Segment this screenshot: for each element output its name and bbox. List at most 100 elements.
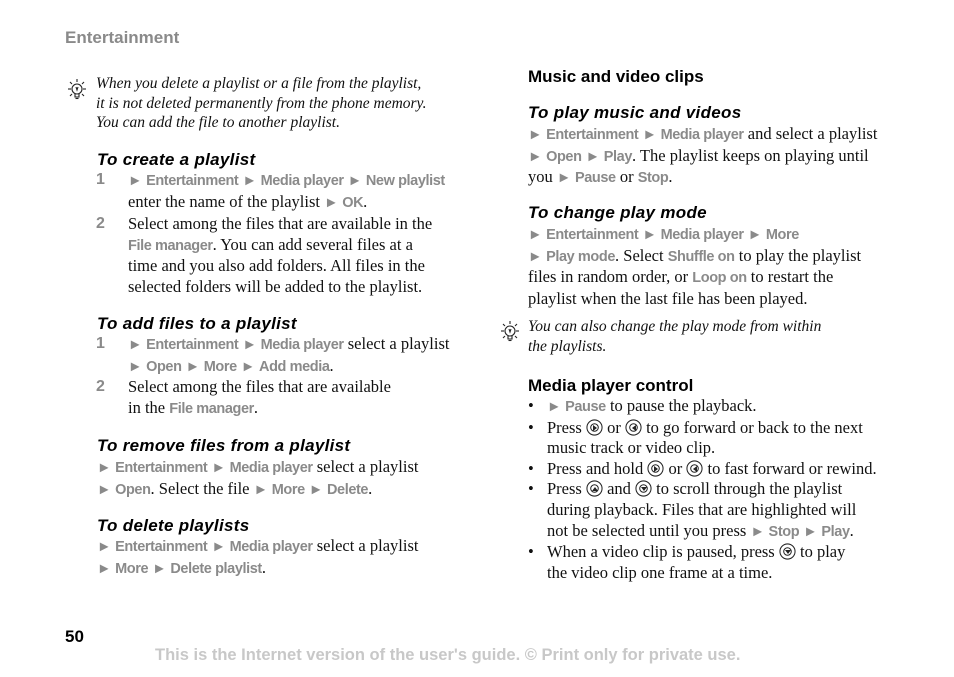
arrow-icon: ► — [97, 539, 111, 555]
menu-file-manager: File manager — [128, 237, 213, 254]
step-number: 1 — [96, 335, 105, 352]
arrow-icon: ► — [211, 539, 226, 555]
arrow-icon: ► — [211, 460, 226, 476]
menu-entertainment: Entertainment — [146, 173, 239, 189]
list-item: • When a video clip is paused, press to … — [528, 542, 846, 582]
menu-pause: Pause — [574, 170, 616, 187]
arrow-icon: ► — [528, 127, 542, 143]
arrow-icon: ► — [642, 227, 657, 243]
heading-change-play-mode: To change play mode — [528, 203, 707, 222]
arrow-icon: ► — [97, 481, 111, 498]
play-steps: ► Entertainment ► Media player and selec… — [528, 124, 878, 187]
arrow-icon: ► — [185, 358, 200, 375]
arrow-icon: ► — [242, 173, 257, 189]
menu-media-player: Media player — [660, 127, 744, 143]
menu-open: Open — [115, 481, 151, 498]
menu-media-player: Media player — [260, 173, 344, 189]
arrow-icon: ► — [128, 358, 142, 375]
menu-more: More — [115, 560, 149, 577]
section-title-music-video: Music and video clips — [528, 67, 704, 86]
menu-play: Play — [821, 523, 850, 540]
arrow-icon: ► — [803, 523, 818, 540]
arrow-icon: ► — [750, 523, 765, 540]
create-step-1: ► Entertainment ► Media player ► New pla… — [128, 173, 445, 211]
menu-more: More — [765, 227, 799, 243]
nav-right-key-icon — [647, 460, 664, 477]
nav-left-key-icon — [625, 419, 642, 436]
menu-media-player: Media player — [260, 337, 344, 353]
footer-notice: This is the Internet version of the user… — [155, 646, 741, 664]
list-item: • ► Pause to pause the playback. — [528, 396, 757, 415]
page-number: 50 — [65, 627, 84, 646]
step-number: 2 — [96, 215, 105, 232]
arrow-icon: ► — [324, 194, 339, 211]
menu-open: Open — [146, 358, 182, 375]
menu-stop: Stop — [768, 523, 800, 540]
arrow-icon: ► — [242, 337, 257, 353]
arrow-icon: ► — [528, 227, 542, 243]
menu-new-playlist: New playlist — [365, 173, 445, 189]
arrow-icon: ► — [128, 337, 142, 353]
nav-left-key-icon — [686, 460, 703, 477]
nav-down-key-icon — [635, 480, 652, 497]
nav-up-key-icon — [586, 480, 603, 497]
arrow-icon: ► — [547, 399, 561, 415]
arrow-icon: ► — [556, 170, 571, 187]
delete-steps: ► Entertainment ► Media player select a … — [97, 536, 419, 577]
heading-play-music: To play music and videos — [528, 103, 742, 122]
list-item: • Press or to go forward or back to the … — [528, 417, 863, 458]
heading-create-playlist: To create a playlist — [97, 150, 256, 169]
nav-right-key-icon — [586, 419, 603, 436]
menu-more: More — [271, 481, 305, 498]
heading-add-files: To add files to a playlist — [97, 314, 297, 333]
remove-steps: ► Entertainment ► Media player select a … — [97, 457, 419, 498]
arrow-icon: ► — [97, 560, 111, 577]
arrow-icon: ► — [642, 127, 657, 143]
arrow-icon: ► — [347, 173, 362, 189]
section-header: Entertainment — [65, 28, 180, 47]
menu-media-player: Media player — [660, 227, 744, 243]
arrow-icon: ► — [152, 560, 167, 577]
menu-entertainment: Entertainment — [546, 227, 639, 243]
menu-pause: Pause — [565, 399, 606, 415]
menu-play-mode: Play mode — [546, 248, 616, 265]
menu-entertainment: Entertainment — [115, 460, 208, 476]
arrow-icon: ► — [128, 173, 142, 189]
heading-media-player-control: Media player control — [528, 376, 694, 395]
add-step-1: ► Entertainment ► Media player select a … — [128, 334, 450, 375]
menu-file-manager: File manager — [169, 400, 254, 417]
menu-media-player: Media player — [229, 460, 313, 476]
control-list: • ► Pause to pause the playback. • Press… — [528, 396, 918, 583]
list-item: • Press and hold or to fast forward or r… — [528, 458, 877, 478]
tip-lightbulb-icon — [64, 77, 90, 103]
mode-steps: ► Entertainment ► Media player ► More ► … — [528, 227, 862, 308]
arrow-icon: ► — [253, 481, 268, 498]
tip-note-left: When you delete a playlist or a file fro… — [96, 75, 427, 131]
menu-loop-on: Loop on — [692, 270, 747, 287]
arrow-icon: ► — [240, 358, 255, 375]
menu-entertainment: Entertainment — [546, 127, 639, 143]
arrow-icon: ► — [747, 227, 762, 243]
create-step-2: Select among the files that are availabl… — [128, 214, 433, 296]
menu-open: Open — [546, 148, 582, 165]
menu-more: More — [203, 358, 237, 375]
arrow-icon: ► — [585, 148, 600, 165]
menu-delete: Delete — [326, 481, 369, 498]
arrow-icon: ► — [528, 148, 542, 165]
nav-down-key-icon — [779, 543, 796, 560]
heading-delete-playlists: To delete playlists — [97, 516, 250, 535]
menu-delete-playlist: Delete playlist — [170, 560, 262, 577]
add-step-2: Select among the files that are availabl… — [128, 377, 391, 417]
menu-add-media: Add media — [259, 358, 330, 375]
menu-stop: Stop — [637, 170, 669, 187]
menu-play: Play — [603, 148, 633, 165]
list-item: • Press and to scroll through the playli… — [528, 479, 857, 540]
menu-ok: OK — [342, 194, 364, 211]
arrow-icon: ► — [528, 248, 542, 265]
step-number: 2 — [96, 378, 105, 395]
heading-remove-files: To remove files from a playlist — [97, 436, 351, 455]
tip-lightbulb-icon — [497, 319, 523, 345]
menu-shuffle-on: Shuffle on — [667, 248, 735, 265]
arrow-icon: ► — [308, 481, 323, 498]
menu-entertainment: Entertainment — [146, 337, 239, 353]
